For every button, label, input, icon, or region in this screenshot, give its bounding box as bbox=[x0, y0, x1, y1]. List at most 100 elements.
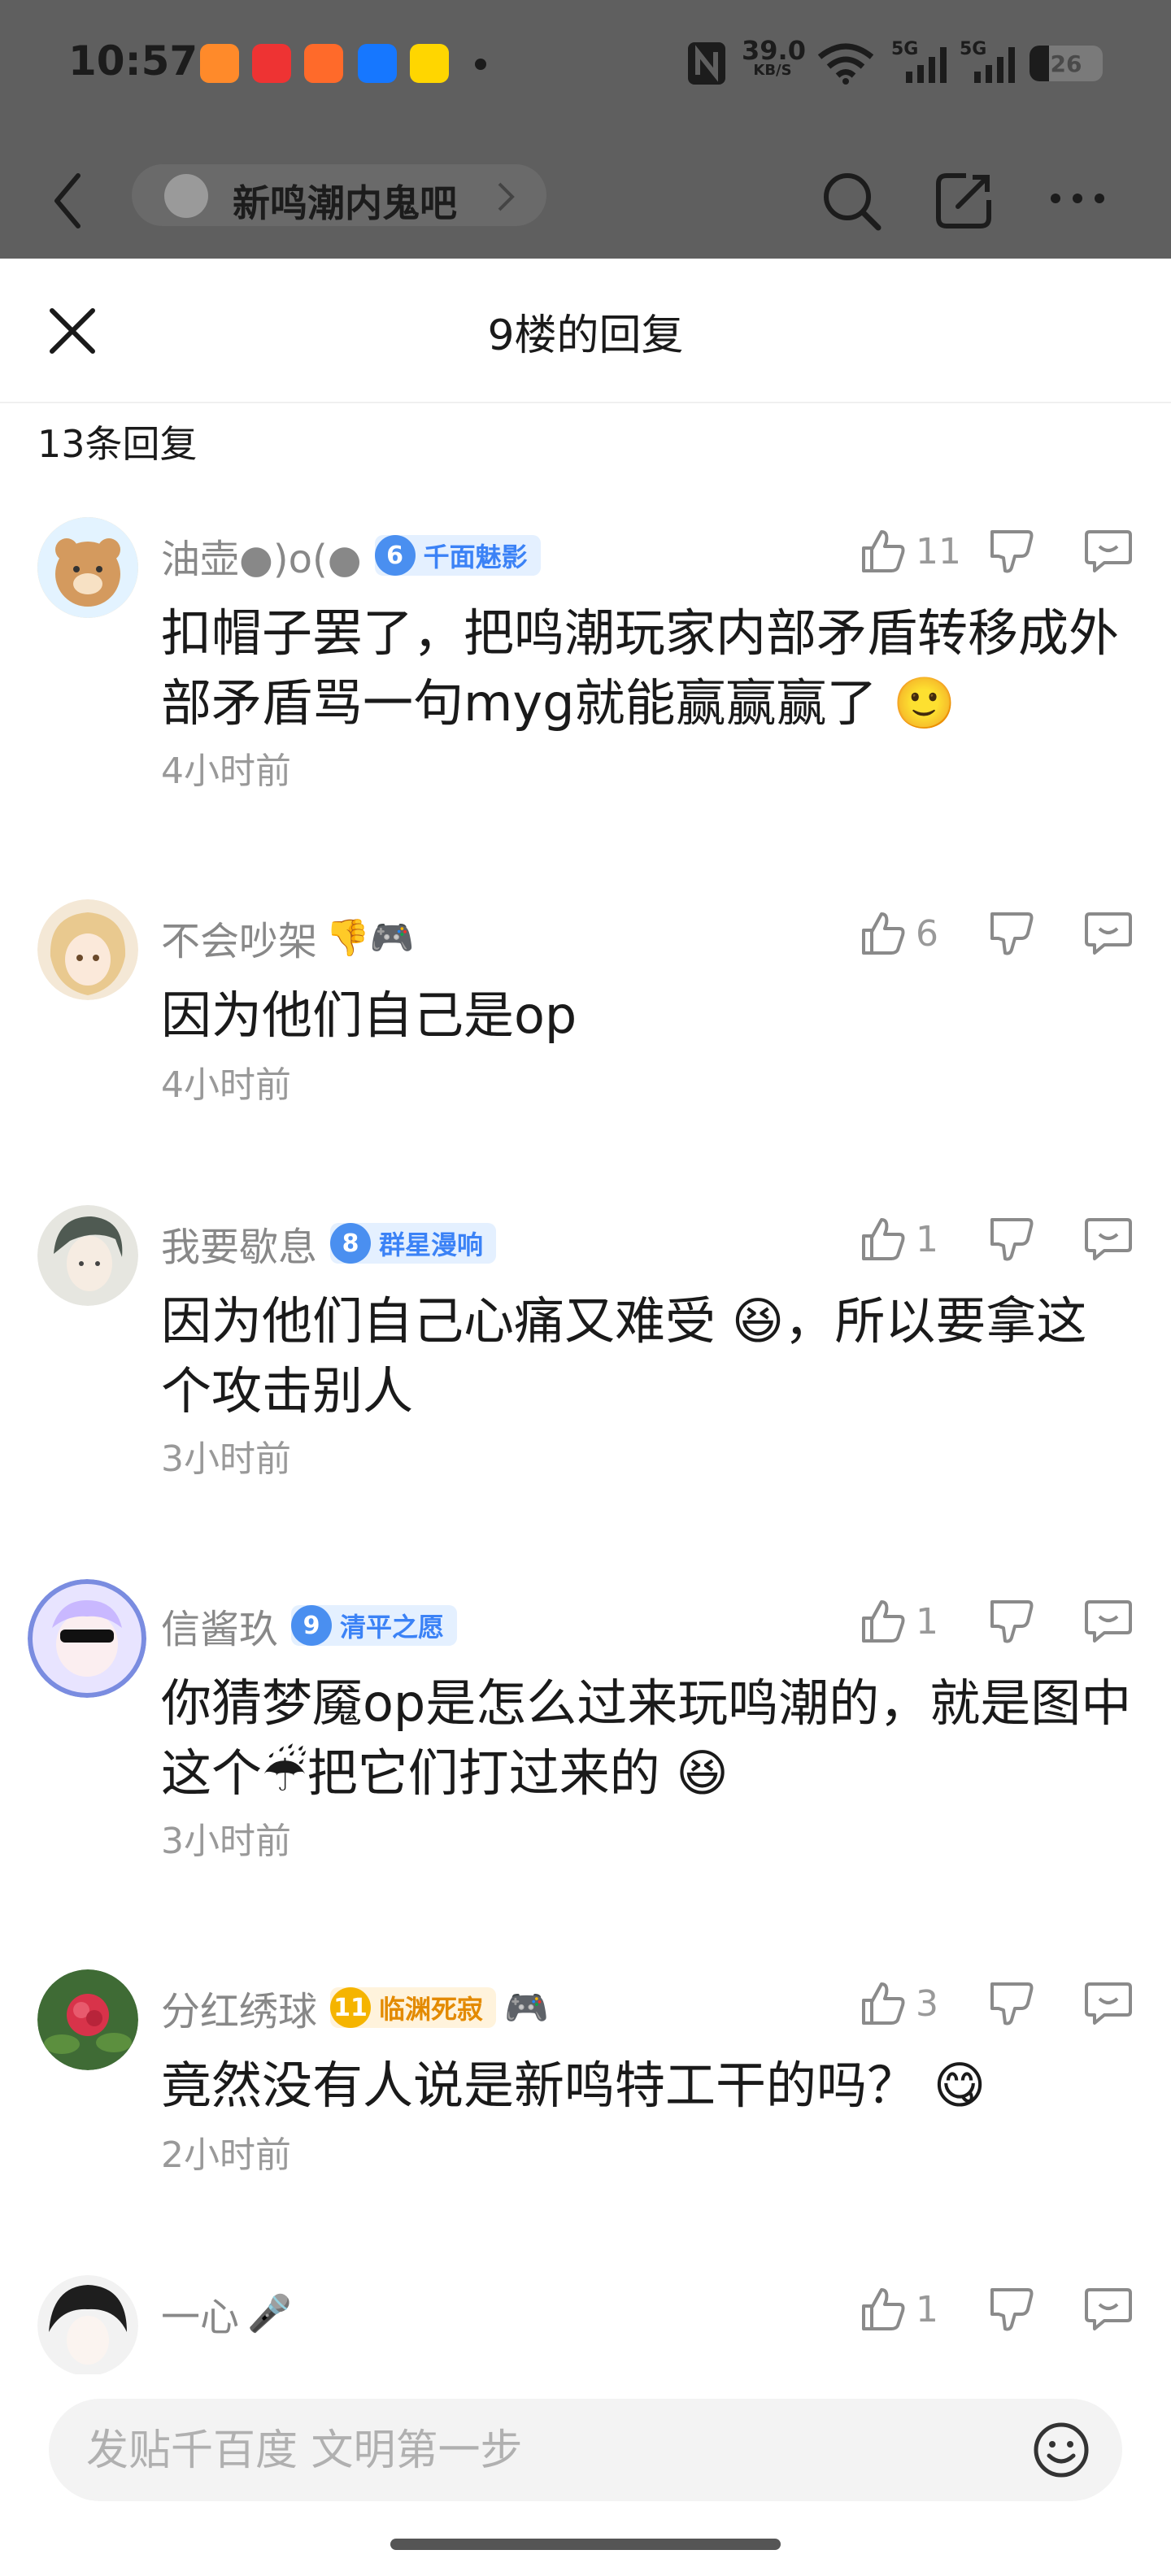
share-icon[interactable] bbox=[934, 171, 994, 231]
forum-nav-bar: 新鸣潮内鬼吧 bbox=[0, 130, 1171, 259]
alipay-icon bbox=[358, 44, 397, 83]
thumbs-up-icon bbox=[862, 1218, 905, 1260]
avatar[interactable] bbox=[28, 1579, 146, 1698]
reply-text: 你猜梦魇op是怎么过来玩鸣潮的，就是图中这个☔把它们打过来的 😆 bbox=[161, 1673, 1132, 1803]
cellular-signal-2: 5G bbox=[960, 39, 1018, 85]
avatar[interactable] bbox=[37, 2275, 138, 2376]
like-count: 11 bbox=[916, 530, 961, 572]
like-count: 1 bbox=[916, 2288, 938, 2330]
comment-icon[interactable] bbox=[1083, 529, 1134, 574]
thumbs-down-icon[interactable] bbox=[989, 911, 1034, 956]
username[interactable]: 我要歇息 bbox=[161, 1215, 317, 1272]
reply-text: 扣帽子罢了，把鸣潮玩家内部矛盾转移成外部矛盾骂一句myg就能赢赢赢了 🙂 bbox=[161, 603, 1120, 733]
reply-time: 4小时前 bbox=[161, 751, 291, 792]
status-time: 10:57 bbox=[68, 37, 198, 85]
like-count: 3 bbox=[916, 1982, 938, 2025]
fan-level-badge: 9 清平之愿 bbox=[291, 1605, 458, 1646]
emoji-icon[interactable] bbox=[1033, 2422, 1090, 2478]
comment-icon[interactable] bbox=[1083, 2287, 1134, 2332]
fan-level-badge: 11 临渊死寂 bbox=[330, 1987, 497, 2028]
thumbs-down-icon[interactable] bbox=[989, 1216, 1034, 1262]
more-notifications-dot bbox=[475, 59, 486, 70]
reply-actions: 11 bbox=[860, 529, 1134, 574]
app-notification-icon bbox=[252, 44, 291, 83]
avatar[interactable] bbox=[37, 1969, 138, 2070]
thumbs-down-icon[interactable] bbox=[989, 529, 1034, 574]
reply-count: 13条回复 bbox=[37, 422, 198, 466]
like-count: 1 bbox=[916, 1218, 938, 1260]
forum-entry-button[interactable]: 新鸣潮内鬼吧 bbox=[132, 164, 546, 226]
battery-icon: 26 bbox=[1030, 46, 1103, 81]
reply-actions: 1 bbox=[860, 1599, 1134, 1644]
username-row: 不会吵架 👎🎮 bbox=[161, 909, 415, 966]
username-row: 油壶●)o(● 6 千面魅影 bbox=[161, 527, 541, 584]
back-arrow-icon[interactable] bbox=[52, 172, 85, 229]
username-row: 一心 🎤 bbox=[161, 2285, 292, 2342]
username-row: 分红绣球 11 临渊死寂 🎮 bbox=[161, 1979, 549, 2036]
like-count: 6 bbox=[916, 912, 938, 955]
fan-level-badge: 8 群星漫响 bbox=[330, 1223, 497, 1264]
chevron-right-icon bbox=[498, 182, 515, 211]
comment-icon[interactable] bbox=[1083, 1216, 1134, 1262]
network-speed: 39.0 KB/S bbox=[742, 35, 806, 79]
reply-actions: 1 bbox=[860, 1216, 1134, 1262]
username-row: 信酱玖 9 清平之愿 bbox=[161, 1597, 458, 1654]
like-button[interactable]: 1 bbox=[860, 1599, 961, 1644]
thumbs-up-icon bbox=[862, 912, 905, 955]
username[interactable]: 信酱玖 bbox=[161, 1597, 278, 1654]
reply-input[interactable] bbox=[85, 2418, 982, 2483]
app-notification-icon bbox=[200, 44, 239, 83]
like-button[interactable]: 3 bbox=[860, 1981, 961, 2026]
username[interactable]: 分红绣球 bbox=[161, 1979, 317, 2036]
fan-level-badge: 6 千面魅影 bbox=[374, 535, 541, 576]
more-icon[interactable] bbox=[1049, 190, 1106, 207]
reply-time: 3小时前 bbox=[161, 1438, 291, 1480]
sheet-header: 9楼的回复 bbox=[0, 259, 1171, 403]
username-emojis: 🎮 bbox=[504, 1987, 549, 2029]
reply-time: 2小时前 bbox=[161, 2134, 291, 2176]
like-button[interactable]: 6 bbox=[860, 911, 961, 956]
sheet-title: 9楼的回复 bbox=[487, 311, 684, 360]
thumbs-down-icon[interactable] bbox=[989, 2287, 1034, 2332]
reply-time: 4小时前 bbox=[161, 1064, 291, 1106]
username[interactable]: 一心 bbox=[161, 2285, 239, 2342]
username-emojis: 👎🎮 bbox=[325, 917, 415, 959]
reply-actions: 3 bbox=[860, 1981, 1134, 2026]
thumbs-up-icon bbox=[862, 1600, 905, 1643]
reply-input-bar[interactable] bbox=[49, 2399, 1122, 2501]
reply-text: 因为他们自己心痛又难受 😆，所以要拿这个攻击别人 bbox=[161, 1291, 1087, 1421]
like-button[interactable]: 1 bbox=[860, 1216, 961, 1262]
thumbs-up-icon bbox=[862, 2288, 905, 2330]
cellular-signal-1: 5G bbox=[891, 39, 950, 85]
forum-name: 新鸣潮内鬼吧 bbox=[233, 181, 457, 225]
username-emojis: 🎤 bbox=[247, 2293, 292, 2334]
username[interactable]: 不会吵架 bbox=[161, 909, 317, 966]
nfc-icon bbox=[688, 42, 725, 85]
username-row: 我要歇息 8 群星漫响 bbox=[161, 1215, 497, 1272]
home-indicator[interactable] bbox=[390, 2539, 781, 2550]
thumbs-down-icon[interactable] bbox=[989, 1981, 1034, 2026]
reply-actions: 6 bbox=[860, 911, 1134, 956]
thumbs-up-icon bbox=[862, 1982, 905, 2025]
status-bar: 10:57 39.0 KB/S 5G 5G 26 bbox=[0, 0, 1171, 130]
reply-text: 因为他们自己是op bbox=[161, 986, 577, 1045]
thumbs-down-icon[interactable] bbox=[989, 1599, 1034, 1644]
avatar[interactable] bbox=[37, 899, 138, 1000]
comment-icon[interactable] bbox=[1083, 1981, 1134, 2026]
reply-time: 3小时前 bbox=[161, 1821, 291, 1862]
like-button[interactable]: 11 bbox=[860, 529, 961, 574]
forum-avatar bbox=[164, 174, 208, 218]
comment-icon[interactable] bbox=[1083, 1599, 1134, 1644]
app-notification-icon bbox=[304, 44, 343, 83]
like-count: 1 bbox=[916, 1600, 938, 1643]
thumbs-up-icon bbox=[862, 530, 905, 572]
avatar[interactable] bbox=[37, 517, 138, 618]
wifi-icon bbox=[817, 43, 874, 85]
avatar[interactable] bbox=[37, 1205, 138, 1306]
username[interactable]: 油壶●)o(● bbox=[161, 527, 362, 584]
app-notification-icon bbox=[410, 44, 449, 83]
like-button[interactable]: 1 bbox=[860, 2287, 961, 2332]
reply-text: 竟然没有人说是新鸣特工干的吗？ 😋 bbox=[161, 2056, 986, 2115]
search-icon[interactable] bbox=[821, 171, 882, 231]
comment-icon[interactable] bbox=[1083, 911, 1134, 956]
